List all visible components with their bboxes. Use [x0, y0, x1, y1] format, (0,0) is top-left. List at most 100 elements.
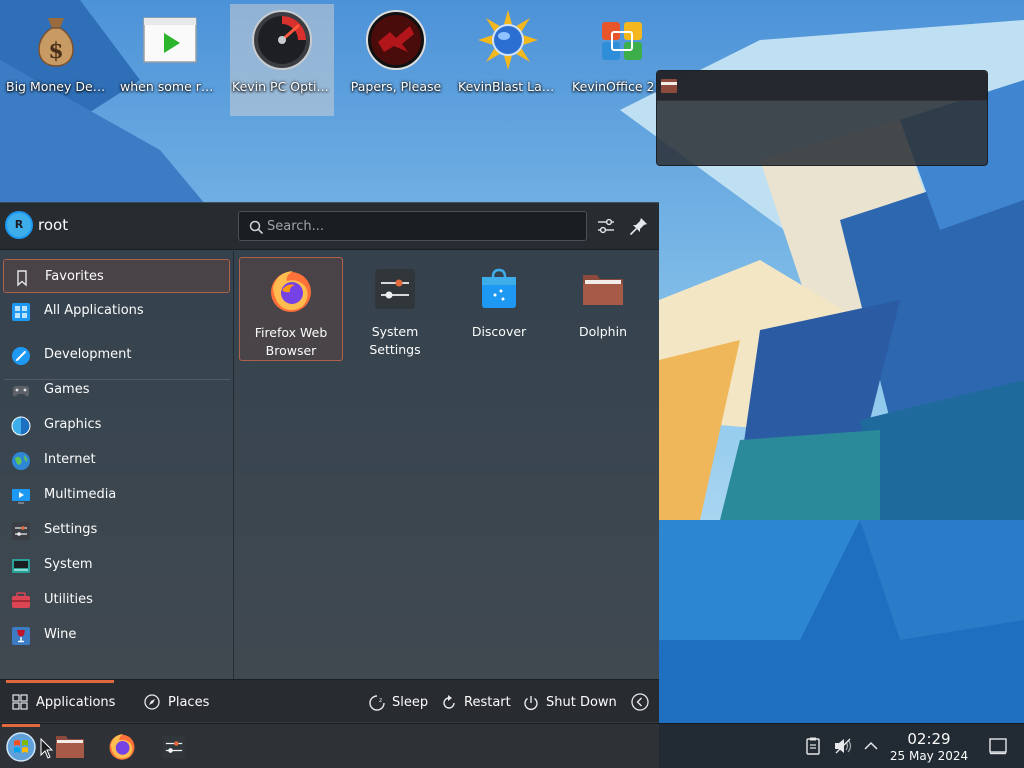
- clock-time[interactable]: 02:29: [890, 730, 968, 748]
- clock-date[interactable]: 25 May 2024: [886, 749, 972, 763]
- development-icon: [12, 347, 30, 365]
- favorites-grid: Firefox Web Browser System Settings Disc…: [236, 251, 659, 681]
- mouse-pointer-icon: [40, 738, 54, 759]
- task-dolphin[interactable]: [52, 724, 88, 768]
- search-box[interactable]: [238, 211, 587, 241]
- desktop-icon-kevinblast-launcher[interactable]: KevinBlast Launcher: [456, 4, 560, 116]
- launcher-header: R root: [0, 203, 659, 250]
- volume-muted-icon[interactable]: [833, 736, 853, 756]
- category-label: Graphics: [44, 417, 102, 432]
- start-button[interactable]: [0, 724, 42, 768]
- app-label: Firefox Web Browser: [254, 325, 328, 358]
- category-multimedia[interactable]: Multimedia: [3, 478, 230, 512]
- bookmark-icon: [17, 270, 27, 287]
- search-input[interactable]: [267, 216, 577, 236]
- firefox-icon: [271, 271, 311, 312]
- category-label: Internet: [44, 452, 96, 467]
- category-label: Favorites: [45, 269, 104, 284]
- papers-please-icon: [366, 10, 426, 70]
- task-firefox[interactable]: [104, 724, 140, 768]
- desktop-icon-big-money-deluxe[interactable]: $ Big Money Deluxe: [4, 4, 108, 116]
- category-favorites[interactable]: Favorites: [3, 259, 230, 293]
- tab-label: Places: [168, 695, 210, 710]
- desktop-icon-label: KevinBlast Launcher: [458, 79, 560, 94]
- app-firefox[interactable]: Firefox Web Browser: [239, 257, 343, 361]
- desktop-icon-papers-please[interactable]: Papers, Please: [344, 4, 448, 116]
- grid-apps-icon: [12, 303, 30, 321]
- gamepad-icon: [13, 386, 29, 397]
- discover-icon: [482, 268, 516, 308]
- dolphin-folder-icon: [661, 79, 677, 93]
- system-icon: [12, 559, 30, 573]
- configure-sliders-icon[interactable]: [595, 215, 617, 237]
- category-graphics[interactable]: Graphics: [3, 408, 230, 442]
- kevinblast-icon: [478, 10, 538, 70]
- category-internet[interactable]: Internet: [3, 443, 230, 477]
- category-development[interactable]: Development: [3, 338, 230, 372]
- search-icon: [249, 220, 263, 234]
- utilities-icon: [12, 592, 30, 608]
- app-dolphin[interactable]: Dolphin: [551, 257, 655, 361]
- sleep-icon: z: [369, 695, 385, 711]
- kevinoffice-icon: [602, 22, 642, 60]
- category-wine[interactable]: Wine: [3, 618, 230, 652]
- pin-icon[interactable]: [628, 215, 650, 237]
- clipboard-icon[interactable]: [803, 736, 823, 756]
- desktop-icon-label: Big Money Deluxe: [6, 79, 108, 94]
- desktop-icon-kevin-pc-optimizer[interactable]: Kevin PC Optimizer Ho...: [230, 4, 334, 116]
- restart-button[interactable]: Restart: [440, 680, 514, 724]
- application-launcher: R root Favorites: [0, 202, 659, 723]
- chevron-left-icon[interactable]: [631, 693, 649, 711]
- multimedia-icon: [12, 489, 30, 504]
- show-desktop-icon[interactable]: [988, 736, 1008, 756]
- compass-icon: [144, 694, 160, 710]
- category-label: All Applications: [44, 303, 144, 318]
- start-orb-icon: [6, 732, 36, 762]
- app-label: Discover: [471, 324, 527, 339]
- svg-text:z: z: [379, 697, 382, 704]
- dolphin-window-preview[interactable]: [656, 70, 988, 166]
- category-label: Development: [44, 347, 132, 362]
- shut-down-label: Shut Down: [546, 695, 617, 710]
- firefox-icon: [109, 734, 135, 760]
- taskbar: 02:29 25 May 2024: [0, 723, 1024, 768]
- category-all-applications[interactable]: All Applications: [3, 294, 230, 328]
- category-label: Wine: [44, 627, 77, 642]
- shut-down-button[interactable]: Shut Down: [522, 680, 618, 724]
- system-settings-icon: [375, 269, 415, 309]
- sleep-label: Sleep: [392, 695, 429, 710]
- launcher-footer: Applications Places z Sleep Restart Shut…: [0, 679, 659, 723]
- avatar[interactable]: R: [5, 211, 33, 239]
- category-games[interactable]: Games: [3, 373, 230, 407]
- desktop-icon-russian-video[interactable]: when some russian runs a...: [118, 4, 222, 116]
- sleep-button[interactable]: z Sleep: [368, 680, 432, 724]
- system-settings-icon: [162, 735, 186, 759]
- category-system[interactable]: System: [3, 548, 230, 582]
- tab-places[interactable]: Places: [132, 680, 222, 724]
- power-icon: [524, 696, 538, 710]
- settings-icon: [12, 522, 30, 540]
- applications-grid-icon: [12, 694, 28, 710]
- restart-icon: [443, 695, 455, 709]
- category-label: System: [44, 557, 93, 572]
- app-system-settings[interactable]: System Settings: [343, 257, 447, 361]
- app-label: System Settings: [369, 324, 421, 357]
- task-system-settings[interactable]: [156, 724, 192, 768]
- chevron-up-icon[interactable]: [861, 736, 881, 756]
- tab-applications[interactable]: Applications: [6, 680, 115, 724]
- window-titlebar[interactable]: [657, 71, 987, 101]
- desktop-icon-label: Kevin PC Optimizer Ho...: [232, 79, 334, 94]
- graphics-icon: [11, 416, 31, 436]
- category-label: Games: [44, 382, 90, 397]
- category-label: Utilities: [44, 592, 93, 607]
- restart-label: Restart: [464, 695, 511, 710]
- globe-icon: [12, 452, 30, 470]
- category-list: Favorites All Applications Development G…: [0, 251, 234, 681]
- app-discover[interactable]: Discover: [447, 257, 551, 361]
- category-settings[interactable]: Settings: [3, 513, 230, 547]
- wine-icon: [12, 627, 30, 645]
- app-label: Dolphin: [579, 324, 627, 339]
- video-player-icon: [143, 17, 197, 63]
- dolphin-folder-icon: [583, 275, 623, 305]
- category-utilities[interactable]: Utilities: [3, 583, 230, 617]
